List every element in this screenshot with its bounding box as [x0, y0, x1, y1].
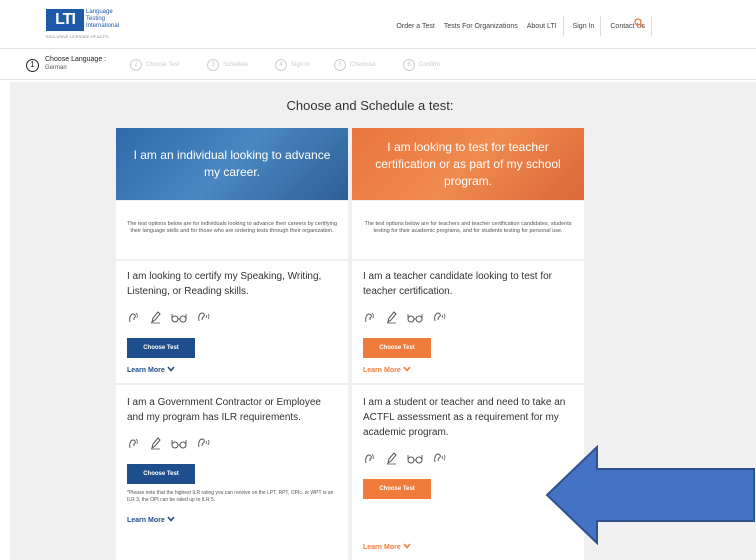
- chevron-down-icon: [167, 366, 175, 372]
- nav-divider: [562, 16, 564, 36]
- nav-divider: [600, 16, 602, 36]
- learn-more-link[interactable]: Learn More: [127, 516, 337, 524]
- listening-icon: [434, 312, 446, 322]
- logo-wordmark: Language Testing International: [86, 9, 120, 29]
- logo-tagline: EXCLUSIVE LICENSEE OF ACTFL: [46, 34, 110, 39]
- listening-icon: [198, 438, 210, 448]
- search-icon[interactable]: [634, 18, 644, 28]
- speaking-icon: [365, 453, 374, 464]
- site-header: LTI Language Testing International EXCLU…: [0, 0, 756, 48]
- skill-icons: [363, 311, 573, 324]
- nav-order-a-test[interactable]: Order a Test: [396, 23, 434, 30]
- chevron-down-icon: [403, 366, 411, 372]
- reading-icon: [171, 440, 187, 449]
- government-ilr-card: I am a Government Contractor or Employee…: [116, 385, 348, 560]
- step-1-label[interactable]: Choose Language :: [45, 56, 106, 63]
- skill-icons: [127, 311, 337, 324]
- reading-icon: [171, 314, 187, 323]
- learn-more-link[interactable]: Learn More: [363, 366, 573, 374]
- teacher-banner: I am looking to test for teacher certifi…: [352, 128, 584, 200]
- reading-icon: [407, 314, 423, 323]
- teacher-intro-text: The test options below are for teachers …: [364, 221, 572, 234]
- government-ilr-title: I am a Government Contractor or Employee…: [127, 397, 321, 423]
- chevron-down-icon: [167, 516, 175, 522]
- lti-logo[interactable]: LTI Language Testing International EXCLU…: [46, 9, 136, 41]
- annotation-arrow-icon: [545, 445, 755, 545]
- teacher-certification-title: I am a teacher candidate looking to test…: [363, 271, 552, 297]
- individual-intro-card: The test options below are for individua…: [116, 201, 348, 259]
- skill-icons: [127, 437, 337, 450]
- choose-test-button[interactable]: Choose Test: [363, 338, 431, 358]
- step-choose-test: 2 Choose Test: [130, 59, 179, 71]
- certify-skills-card: I am looking to certify my Speaking, Wri…: [116, 261, 348, 383]
- ilr-rating-note: *Please note that the highest ILR rating…: [127, 490, 334, 503]
- step-sign-in: 4 Sign In: [275, 59, 310, 71]
- top-nav: Order a Test Tests For Organizations Abo…: [387, 16, 652, 36]
- page-title: Choose and Schedule a test:: [286, 98, 454, 113]
- writing-icon: [151, 437, 161, 450]
- step-schedule: 3 Schedule: [207, 59, 248, 71]
- choose-test-button[interactable]: Choose Test: [363, 479, 431, 499]
- nav-divider: [651, 16, 652, 36]
- nav-about-lti[interactable]: About LTI: [527, 23, 557, 30]
- individual-intro-text: The test options below are for individua…: [126, 221, 338, 234]
- speaking-icon: [129, 312, 138, 323]
- writing-icon: [151, 311, 161, 324]
- skill-icons: [363, 452, 573, 465]
- step-1-number: 1: [26, 59, 39, 72]
- step-1-value: German: [45, 65, 67, 71]
- listening-icon: [434, 453, 446, 463]
- order-steps-bar: 1 Choose Language : German 2 Choose Test …: [0, 48, 756, 80]
- chevron-down-icon: [403, 543, 411, 549]
- choose-test-button[interactable]: Choose Test: [127, 464, 195, 484]
- reading-icon: [407, 455, 423, 464]
- speaking-icon: [129, 438, 138, 449]
- teacher-certification-card: I am a teacher candidate looking to test…: [352, 261, 584, 383]
- nav-tests-for-organizations[interactable]: Tests For Organizations: [444, 23, 518, 30]
- step-confirm: 6 Confirm: [403, 59, 440, 71]
- speaking-icon: [365, 312, 374, 323]
- learn-more-link[interactable]: Learn More: [127, 366, 337, 374]
- teacher-intro-card: The test options below are for teachers …: [352, 201, 584, 259]
- nav-sign-in[interactable]: Sign In: [573, 23, 595, 30]
- learn-more-link[interactable]: Learn More: [363, 543, 573, 551]
- step-checkout: 5 Checkout: [334, 59, 375, 71]
- writing-icon: [387, 311, 397, 324]
- listening-icon: [198, 312, 210, 322]
- choose-test-button[interactable]: Choose Test: [127, 338, 195, 358]
- certify-skills-title: I am looking to certify my Speaking, Wri…: [127, 271, 322, 297]
- individual-banner: I am an individual looking to advance my…: [116, 128, 348, 200]
- logo-mark: LTI: [46, 9, 84, 31]
- academic-program-title: I am a student or teacher and need to ta…: [363, 397, 566, 438]
- writing-icon: [387, 452, 397, 465]
